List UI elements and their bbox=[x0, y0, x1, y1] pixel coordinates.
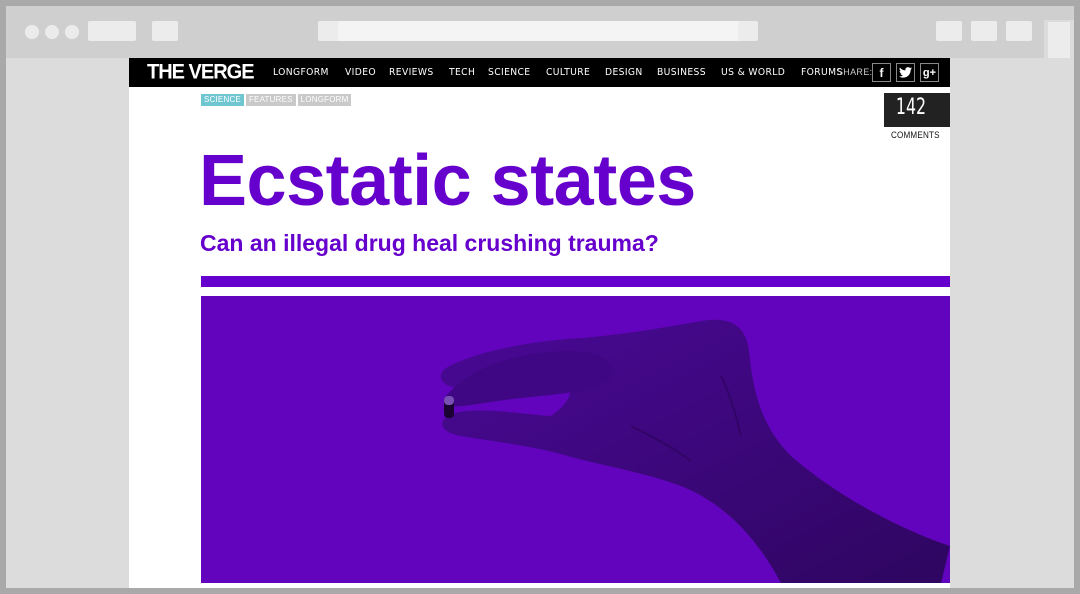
hero-image bbox=[201, 296, 950, 583]
address-bar[interactable] bbox=[318, 21, 758, 41]
minimize-window-dot[interactable] bbox=[45, 25, 59, 39]
nav-link-business[interactable]: BUSINESS bbox=[657, 67, 706, 78]
comments-label[interactable]: COMMENTS bbox=[891, 130, 940, 140]
tabs-button[interactable] bbox=[971, 21, 997, 41]
share-label: SHARE: bbox=[837, 67, 873, 77]
close-window-dot[interactable] bbox=[25, 25, 39, 39]
nav-link-reviews[interactable]: REVIEWS bbox=[389, 67, 434, 78]
new-tab-button[interactable] bbox=[1006, 21, 1032, 41]
sidebar-button[interactable] bbox=[152, 21, 178, 41]
site-nav-bar: THE VERGE LONGFORM VIDEO REVIEWS TECH SCIENC… bbox=[129, 58, 950, 87]
tag-science[interactable]: SCIENCE bbox=[201, 94, 244, 106]
article-subtitle: Can an illegal drug heal crushing trauma… bbox=[200, 230, 659, 256]
browser-toolbar bbox=[6, 6, 1074, 58]
nav-link-culture[interactable]: CULTURE bbox=[546, 67, 590, 78]
address-field[interactable] bbox=[338, 21, 738, 41]
comments-count: 142 bbox=[895, 95, 927, 120]
scroll-thumb[interactable] bbox=[1048, 22, 1070, 58]
nav-link-us-world[interactable]: US & WORLD bbox=[721, 67, 785, 78]
twitter-icon[interactable] bbox=[896, 63, 915, 82]
site-logo[interactable]: THE VERGE bbox=[147, 60, 255, 84]
google-plus-icon[interactable]: g+ bbox=[920, 63, 939, 82]
scrollbar[interactable] bbox=[1044, 20, 1074, 588]
comments-counter[interactable]: 142 bbox=[884, 93, 950, 127]
back-forward-buttons[interactable] bbox=[88, 21, 136, 41]
nav-link-tech[interactable]: TECH bbox=[449, 67, 475, 78]
tag-features[interactable]: FEATURES bbox=[245, 94, 296, 106]
article-tags: SCIENCE FEATURES LONGFORM bbox=[201, 94, 353, 106]
tag-longform[interactable]: LONGFORM bbox=[297, 94, 352, 106]
browser-window: THE VERGE LONGFORM VIDEO REVIEWS TECH SCIENC… bbox=[6, 6, 1074, 588]
hand-holding-pill-image bbox=[440, 319, 950, 583]
nav-link-science[interactable]: SCIENCE bbox=[488, 67, 530, 78]
nav-links: LONGFORM VIDEO REVIEWS TECH SCIENCE CULTURE DE… bbox=[273, 58, 858, 87]
nav-link-design[interactable]: DESIGN bbox=[605, 67, 643, 78]
web-page: THE VERGE LONGFORM VIDEO REVIEWS TECH SCIENC… bbox=[129, 58, 950, 588]
maximize-window-dot[interactable] bbox=[65, 25, 79, 39]
facebook-icon[interactable]: f bbox=[872, 63, 891, 82]
share-browser-button[interactable] bbox=[936, 21, 962, 41]
nav-link-video[interactable]: VIDEO bbox=[345, 67, 376, 78]
article-title: Ecstatic states bbox=[199, 141, 696, 221]
nav-link-longform[interactable]: LONGFORM bbox=[273, 67, 329, 78]
title-divider bbox=[201, 276, 950, 287]
